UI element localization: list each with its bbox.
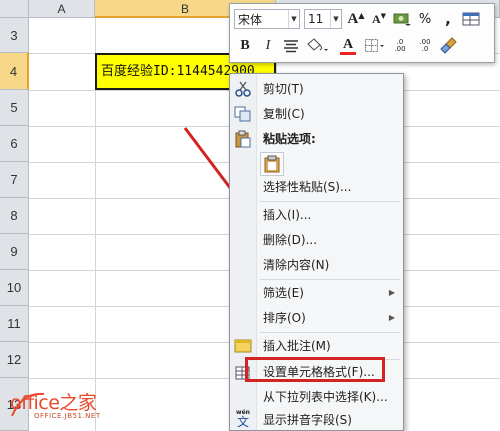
grow-font-icon: A [347, 10, 359, 27]
borders-icon [365, 39, 384, 52]
chevron-down-icon[interactable]: ▼ [330, 10, 341, 28]
menu-item-filter[interactable]: 筛选(E) ▶ [230, 280, 403, 305]
menu-item-sort[interactable]: 排序(O) ▶ [230, 305, 403, 330]
currency-icon [393, 13, 411, 26]
increase-decimal-button[interactable]: .0 .00 [388, 36, 412, 56]
submenu-arrow-icon: ▶ [388, 313, 395, 322]
menu-item-label: 插入(I)... [263, 208, 312, 222]
fill-color-button[interactable] [303, 36, 333, 56]
font-color-button[interactable]: A [334, 36, 362, 56]
copy-icon [233, 104, 253, 124]
menu-item-cut[interactable]: 剪切(T) [230, 76, 403, 101]
logo-sub-text: OFFICE.JB51.NET [34, 412, 101, 420]
chevron-down-icon[interactable]: ▼ [288, 10, 299, 28]
menu-item-label: 粘贴选项: [263, 132, 316, 146]
menu-item-label: 筛选(E) [263, 286, 304, 300]
font-size-combo[interactable]: 11 ▼ [304, 9, 342, 29]
menu-item-label: 显示拼音字段(S) [263, 413, 352, 427]
decrease-decimal-button[interactable]: .00 .0 [413, 36, 437, 56]
paste-icon [233, 129, 253, 149]
menu-item-delete[interactable]: 删除(D)... [230, 227, 403, 252]
paint-bucket-icon [307, 38, 328, 51]
menu-item-label: 从下拉列表中选择(K)... [263, 390, 388, 404]
percent-style-button[interactable]: % [414, 9, 436, 29]
currency-format-button[interactable] [391, 9, 413, 29]
menu-item-insert-comment[interactable]: 插入批注(M) [230, 333, 403, 358]
borders-button[interactable] [363, 36, 387, 56]
menu-item-label: 复制(C) [263, 107, 305, 121]
menu-item-show-phonetic[interactable]: wén 文 显示拼音字段(S) [230, 407, 403, 431]
font-size-value: 11 [308, 12, 324, 26]
menu-item-pick-from-list[interactable]: 从下拉列表中选择(K)... [230, 384, 403, 409]
menu-item-label: 选择性粘贴(S)... [263, 180, 352, 194]
paste-option-button[interactable] [260, 152, 284, 176]
grow-font-button[interactable]: A ▲ [345, 9, 367, 29]
phonetic-icon-char: 文 [236, 415, 249, 429]
phonetic-icon: wén 文 [233, 410, 253, 430]
comment-icon [233, 336, 253, 356]
office-logo: office之家 OFFICE.JB51.NET [8, 388, 138, 428]
italic-button[interactable]: I [257, 36, 279, 56]
font-color-swatch [340, 51, 356, 55]
menu-item-label: 清除内容(N) [263, 258, 330, 272]
bold-button[interactable]: B [234, 36, 256, 56]
font-color-letter: A [342, 36, 354, 52]
menu-item-paste-special[interactable]: 选择性粘贴(S)... [230, 174, 403, 199]
menu-item-paste-options: 粘贴选项: [230, 126, 403, 151]
align-center-button[interactable] [280, 36, 302, 56]
table-icon [462, 12, 480, 26]
menu-item-copy[interactable]: 复制(C) [230, 101, 403, 126]
menu-item-label: 删除(D)... [263, 233, 318, 247]
format-painter-top-button[interactable] [460, 9, 482, 29]
highlight-box [245, 357, 385, 382]
comma-style-button[interactable]: , [437, 9, 459, 29]
menu-item-clear-contents[interactable]: 清除内容(N) [230, 252, 403, 277]
menu-item-label: 插入批注(M) [263, 339, 331, 353]
font-name-combo[interactable]: 宋体 ▼ [234, 9, 300, 29]
menu-item-insert[interactable]: 插入(I)... [230, 202, 403, 227]
submenu-arrow-icon: ▶ [388, 288, 395, 297]
format-painter-button[interactable] [438, 36, 460, 56]
brush-icon [440, 37, 457, 54]
clipboard-icon [264, 155, 280, 173]
menu-item-label: 剪切(T) [263, 82, 304, 96]
shrink-font-button[interactable]: A ▼ [368, 9, 390, 29]
font-name-value: 宋体 [238, 12, 263, 27]
scissors-icon [233, 79, 253, 99]
logo-main-text: office之家 [10, 392, 97, 414]
menu-item-label: 排序(O) [263, 311, 306, 325]
shrink-font-icon: A [371, 11, 381, 26]
align-center-icon [284, 40, 298, 53]
mini-toolbar: 宋体 ▼ 11 ▼ A ▲ A ▼ % , B I A .0 .00 .00 .… [229, 3, 495, 63]
